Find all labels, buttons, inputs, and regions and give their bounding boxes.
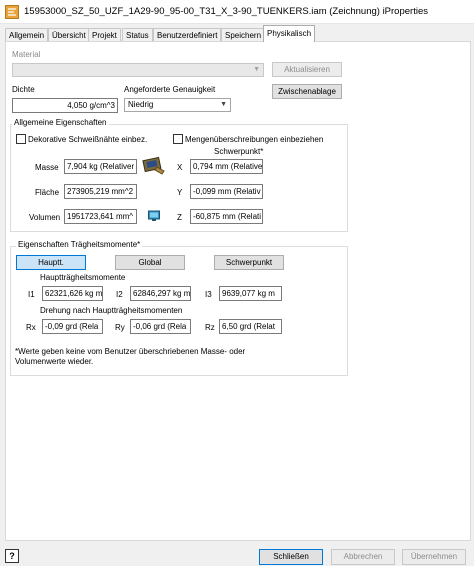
i1-label: I1 — [28, 290, 35, 299]
ry-field[interactable]: -0,06 grd (Rela — [130, 319, 191, 334]
area-label: Fläche — [35, 188, 60, 197]
density-label: Dichte — [12, 85, 35, 94]
global-button[interactable]: Global — [115, 255, 185, 270]
density-field[interactable]: 4,050 g/cm^3 — [12, 98, 118, 113]
close-button[interactable]: Schließen — [259, 549, 323, 565]
x-label: X — [177, 163, 183, 172]
tab-projekt[interactable]: Projekt — [88, 28, 121, 42]
dialog-footer: ? Schließen Abbrechen Übernehmen — [0, 544, 474, 566]
accuracy-select[interactable]: Niedrig ▼ — [124, 98, 231, 112]
decorative-welds-checkbox[interactable] — [16, 134, 26, 144]
chevron-down-icon: ▼ — [253, 66, 260, 73]
i3-label: I3 — [205, 290, 212, 299]
window-title: 15953000_SZ_50_UZF_1A29-90_95-00_T31_X_3… — [24, 6, 428, 17]
volume-field[interactable]: 1951723,641 mm^ — [64, 209, 137, 224]
quantity-overrides-label: Mengenüberschreibungen einbeziehen — [185, 135, 324, 144]
i3-field[interactable]: 9639,077 kg m — [219, 286, 282, 301]
accuracy-label: Angeforderte Genauigkeit — [124, 85, 216, 94]
volume-label: Volumen — [29, 213, 61, 222]
cancel-button[interactable]: Abbrechen — [331, 549, 395, 565]
monitor-icon — [148, 210, 160, 221]
quantity-overrides-checkbox[interactable] — [173, 134, 183, 144]
rotation-label: Drehung nach Hauptträgheitsmomenten — [40, 306, 183, 315]
x-field[interactable]: 0,794 mm (Relative — [190, 159, 263, 174]
material-select[interactable]: ▼ — [12, 63, 264, 77]
general-properties-title: Allgemeine Eigenschaften — [12, 118, 109, 127]
footnote-line-1: *Werte geben keine vom Benutzer überschr… — [15, 347, 246, 356]
y-label: Y — [177, 188, 183, 197]
rx-label: Rx — [26, 323, 36, 332]
inventor-app-icon — [5, 5, 19, 19]
inertia-properties-title: Eigenschaften Trägheitsmomente* — [16, 240, 143, 249]
principal-button[interactable]: Hauptt. — [16, 255, 86, 270]
rx-field[interactable]: -0,09 grd (Rela — [42, 319, 103, 334]
tab-physikalisch[interactable]: Physikalisch — [263, 25, 316, 42]
tab-allgemein[interactable]: Allgemein — [5, 28, 49, 42]
i2-label: I2 — [116, 290, 123, 299]
tab-strip: Allgemein Übersicht Projekt Status Benut… — [0, 24, 474, 42]
update-button[interactable]: Aktualisieren — [272, 62, 342, 77]
title-bar: 15953000_SZ_50_UZF_1A29-90_95-00_T31_X_3… — [0, 0, 474, 24]
decorative-welds-label: Dekorative Schweißnähte einbez. — [28, 135, 148, 144]
help-icon[interactable]: ? — [5, 549, 19, 563]
footnote-line-2: Volumenwerte wieder. — [15, 357, 94, 366]
calculate-mass-icon[interactable] — [142, 155, 166, 175]
ry-label: Ry — [115, 323, 125, 332]
y-field[interactable]: -0,099 mm (Relativ — [190, 184, 263, 199]
rz-field[interactable]: 6,50 grd (Relat — [219, 319, 282, 334]
center-of-gravity-button[interactable]: Schwerpunkt — [214, 255, 284, 270]
tab-uebersicht[interactable]: Übersicht — [48, 28, 90, 42]
i2-field[interactable]: 62846,297 kg m — [130, 286, 191, 301]
center-of-gravity-label: Schwerpunkt* — [214, 147, 264, 156]
mass-field[interactable]: 7,904 kg (Relativer — [64, 159, 137, 174]
material-label: Material — [12, 50, 41, 59]
z-field[interactable]: -60,875 mm (Relati — [190, 209, 263, 224]
accuracy-value: Niedrig — [128, 100, 154, 109]
i1-field[interactable]: 62321,626 kg m — [42, 286, 103, 301]
clipboard-button[interactable]: Zwischenablage — [272, 84, 342, 99]
chevron-down-icon: ▼ — [220, 101, 227, 108]
apply-button[interactable]: Übernehmen — [402, 549, 466, 565]
mass-label: Masse — [35, 163, 59, 172]
z-label: Z — [177, 213, 182, 222]
tab-speichern[interactable]: Speichern — [221, 28, 266, 42]
tab-benutzerdefiniert[interactable]: Benutzerdefiniert — [153, 28, 222, 42]
tab-status[interactable]: Status — [122, 28, 153, 42]
area-field[interactable]: 273905,219 mm^2 — [64, 184, 137, 199]
rz-label: Rz — [205, 323, 215, 332]
principal-moments-label: Hauptträgheitsmomente — [40, 273, 126, 282]
